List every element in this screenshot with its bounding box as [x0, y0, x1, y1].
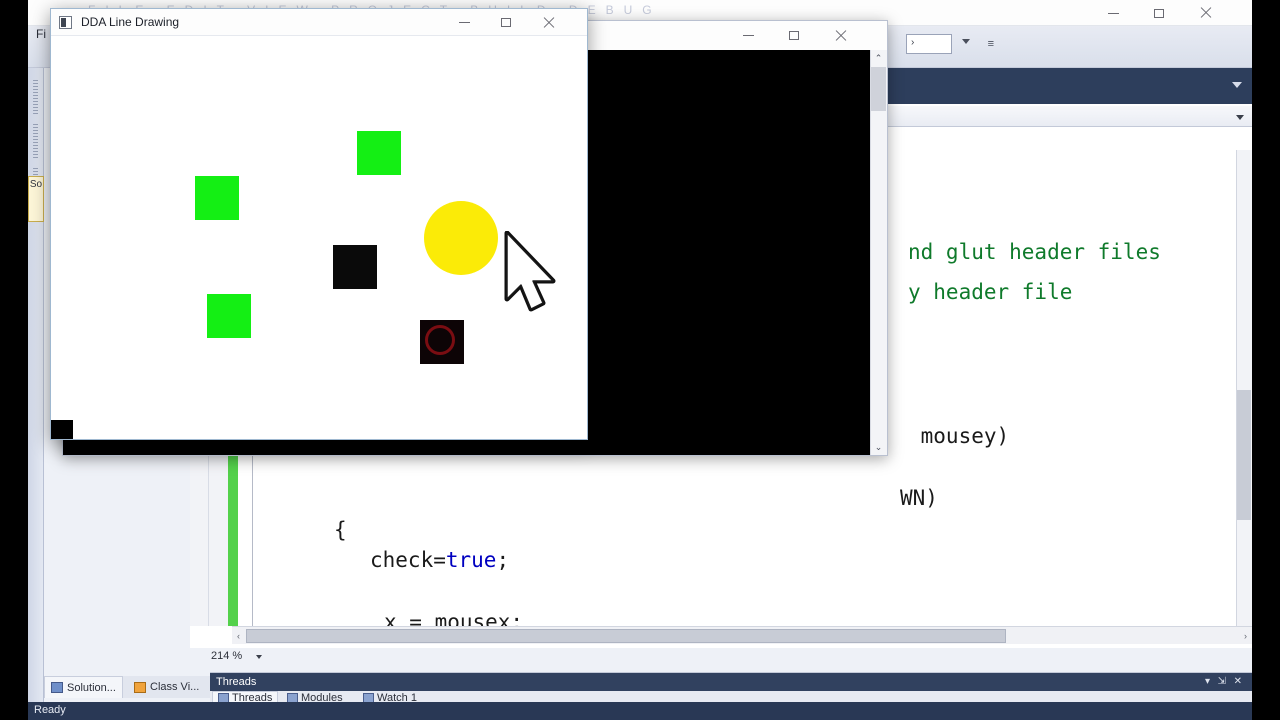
code-line-comment-1: nd glut header files [908, 240, 1161, 264]
chevron-down-icon[interactable] [962, 39, 970, 44]
console-scroll-thumb[interactable] [871, 67, 886, 111]
threads-panel: Threads ▾ ⇲ ✕ Threads Modules Watch 1 [210, 672, 1252, 705]
vs-minimize-button[interactable] [1092, 0, 1134, 26]
vs-close-button[interactable] [1184, 0, 1226, 26]
tool-strip-grip[interactable] [33, 124, 38, 160]
dark-square-with-red-ring-ring [425, 325, 455, 355]
console-close-button[interactable] [817, 21, 863, 50]
green-square-left-upper [195, 176, 239, 220]
pin-icon[interactable]: ⇲ [1218, 676, 1226, 687]
code-line-mousey: mousey) [908, 424, 1010, 448]
scroll-up-icon[interactable]: ⌃ [871, 50, 886, 66]
chevron-down-icon[interactable] [256, 655, 262, 659]
dark-square-with-red-ring [420, 320, 464, 364]
vs-maximize-button[interactable] [1138, 0, 1180, 26]
vs-left-tool-strip: So [28, 68, 44, 720]
tool-strip-grip[interactable] [33, 80, 38, 116]
menu-item-file[interactable]: Fi [36, 27, 46, 41]
editor-horizontal-scroll-thumb[interactable] [246, 629, 1006, 643]
bottom-dock-tabs: Solution... Class Vi... [44, 676, 210, 698]
scroll-down-icon[interactable]: ⌄ [871, 439, 886, 455]
close-icon [1199, 7, 1211, 19]
screen-root: FILE EDIT VIEW PROJECT BUILD DEBUG Fi › … [0, 0, 1280, 720]
console-vertical-scrollbar[interactable]: ⌃ ⌄ [870, 50, 887, 455]
class-view-icon [134, 681, 146, 693]
threads-panel-title: Threads [216, 676, 257, 688]
editor-vertical-scroll-thumb[interactable] [1237, 390, 1251, 520]
black-square-bottom-left [51, 420, 73, 439]
toolbar-combo-box[interactable]: › [906, 34, 952, 54]
maximize-icon [1154, 8, 1164, 18]
code-line-wn: WN) [900, 486, 938, 510]
chevron-down-icon[interactable] [1232, 82, 1242, 88]
dda-line-drawing-window[interactable]: DDA Line Drawing [50, 8, 588, 440]
gl-minimize-button[interactable] [443, 9, 485, 36]
close-icon[interactable]: ✕ [1234, 676, 1242, 687]
vs-status-bar: Ready [28, 702, 1252, 720]
code-line-x-assign: x = mousex; [384, 610, 524, 626]
tab-class-view[interactable]: Class Vi... [128, 676, 206, 698]
tab-label-solution: Solution... [67, 681, 116, 694]
chevron-down-icon[interactable] [1236, 115, 1244, 120]
yellow-circle [424, 201, 498, 275]
window-title: DDA Line Drawing [81, 15, 180, 29]
toolbar-overflow-button[interactable]: ≡ [988, 38, 994, 50]
minimize-icon [1107, 12, 1119, 14]
sidebar-tab-solution-explorer[interactable]: So [28, 176, 44, 222]
console-minimize-button[interactable] [725, 21, 771, 50]
maximize-icon [501, 18, 511, 27]
gl-close-button[interactable] [527, 9, 569, 36]
status-bar-text: Ready [34, 704, 66, 716]
threads-panel-header: Threads ▾ ⇲ ✕ [210, 673, 1252, 691]
code-token-check: check= [370, 548, 446, 572]
gl-maximize-button[interactable] [485, 9, 527, 36]
black-square-middle [333, 245, 377, 289]
close-icon [542, 17, 554, 29]
console-maximize-button[interactable] [771, 21, 817, 50]
close-icon [834, 30, 846, 42]
green-square-left-lower [207, 294, 251, 338]
app-icon [59, 16, 72, 29]
green-square-top-middle [357, 131, 401, 175]
editor-horizontal-scrollbar[interactable]: ‹ › [232, 626, 1252, 644]
code-line-open-brace: { [334, 518, 347, 542]
editor-vertical-scrollbar[interactable] [1236, 150, 1252, 626]
code-line-check-true: check=true; [370, 548, 509, 572]
tab-label-class-view: Class Vi... [150, 681, 200, 693]
maximize-icon [789, 31, 799, 40]
gl-title-bar[interactable]: DDA Line Drawing [51, 9, 587, 36]
code-token-semicolon: ; [496, 548, 510, 572]
scroll-right-icon[interactable]: › [1239, 629, 1252, 643]
minimize-icon [742, 35, 754, 36]
code-token-true: true [445, 548, 497, 572]
solution-icon [51, 682, 63, 693]
chevron-down-icon[interactable]: ▾ [1205, 676, 1210, 687]
minimize-icon [458, 22, 470, 23]
tab-solution-explorer[interactable]: Solution... [44, 676, 123, 698]
code-line-comment-2: y header file [908, 280, 1073, 304]
opengl-canvas[interactable] [51, 36, 587, 439]
scroll-left-icon[interactable]: ‹ [232, 629, 245, 643]
